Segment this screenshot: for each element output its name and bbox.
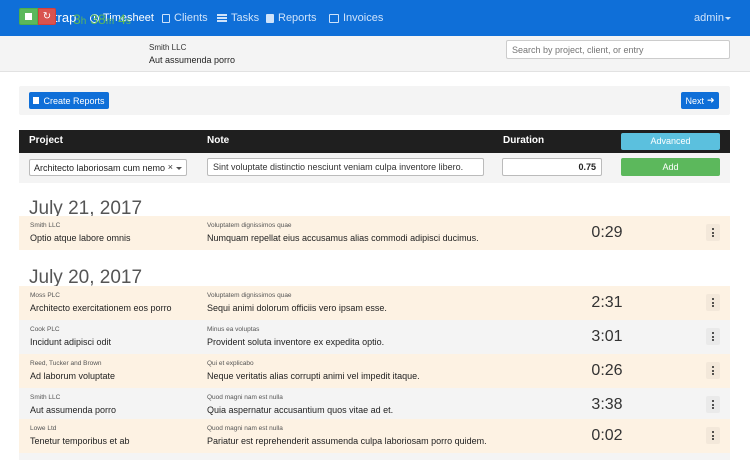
entry-client: Reed, Tucker and Brown: [30, 360, 102, 367]
nav-tasks-label: Tasks: [231, 12, 260, 24]
entry-row: Lowe Ltd Tenetur temporibus et ab Quod m…: [19, 419, 730, 453]
kebab-icon: [712, 228, 714, 231]
next-label: Next: [685, 95, 704, 106]
kebab-icon: [712, 431, 714, 434]
running-timer: 3h 38m 4s: [73, 11, 131, 27]
entry-project: Quod magni nam est nulla: [207, 394, 283, 401]
entry-task: Optio atque labore omnis: [30, 233, 131, 243]
entry-note: Pariatur est reprehenderit assumenda cul…: [207, 436, 487, 446]
entry-note: Neque veritatis alias corrupti animi vel…: [207, 371, 420, 381]
clear-project-icon[interactable]: ×: [168, 162, 173, 172]
entry-task: Aut assumenda porro: [30, 405, 117, 415]
note-input[interactable]: Sint voluptate distinctio nesciunt venia…: [207, 158, 484, 176]
timer-seconds: 4: [118, 11, 126, 27]
timer-seconds-unit: s: [125, 16, 131, 27]
kebab-icon: [712, 366, 714, 369]
entry-task: Incidunt adipisci odit: [30, 337, 112, 347]
search-input[interactable]: [506, 40, 730, 59]
duration-header: Duration: [503, 135, 545, 146]
timer-minutes: 38: [90, 11, 106, 27]
stop-timer-button[interactable]: [19, 8, 38, 25]
tasks-icon: [217, 14, 227, 22]
entry-note: Quia aspernatur accusantium quos vitae a…: [207, 405, 394, 415]
project-select[interactable]: Architecto laboriosam cum nemo ×: [29, 159, 187, 176]
entry-note: Provident soluta inventore ex expedita o…: [207, 337, 385, 347]
chevron-down-icon: [176, 167, 182, 170]
entry-project: Minus ea voluptas: [207, 326, 260, 333]
refresh-icon: ↻: [42, 11, 52, 22]
entry-duration: 3:01: [591, 328, 623, 345]
entry-task: Tenetur temporibus et ab: [30, 436, 130, 446]
entry-row-partial: [19, 453, 730, 460]
entry-duration: 0:26: [591, 362, 623, 379]
entry-menu-button[interactable]: [706, 224, 720, 241]
kebab-icon: [712, 400, 714, 403]
entry-client: Smith LLC: [30, 222, 61, 229]
caret-down-icon: [725, 17, 731, 20]
entry-task: Architecto exercitationem eos porro: [30, 303, 172, 313]
entry-project: Voluptatem dignissimos quae: [207, 222, 292, 229]
entry-menu-button[interactable]: [706, 427, 720, 444]
nav-invoices[interactable]: Invoices: [329, 12, 383, 24]
user-icon: [162, 13, 170, 23]
kebab-icon: [712, 332, 714, 335]
entry-row: Moss PLC Architecto exercitationem eos p…: [19, 286, 730, 320]
entry-row: Cook PLC Incidunt adipisci odit Minus ea…: [19, 320, 730, 354]
timer-hours-unit: h: [80, 16, 87, 27]
entry-duration: 0:29: [591, 224, 623, 241]
timer-minutes-unit: m: [105, 16, 115, 27]
invoice-icon: [329, 13, 339, 23]
create-reports-label: Create Reports: [43, 95, 105, 106]
document-icon: [33, 97, 40, 104]
current-client: Smith LLC: [149, 43, 187, 52]
entry-duration: 3:38: [591, 396, 623, 413]
current-task: Aut assumenda porro: [149, 55, 236, 65]
book-icon: [266, 13, 274, 23]
entry-note: Sequi animi dolorum officiis vero ipsam …: [207, 303, 387, 313]
advanced-button[interactable]: Advanced: [621, 133, 720, 150]
nav-tasks[interactable]: Tasks: [217, 12, 259, 24]
entry-row: Smith LLC Aut assumenda porro Quod magni…: [19, 388, 730, 422]
duration-input[interactable]: 0.75: [502, 158, 602, 176]
entry-project: Qui et explicabo: [207, 360, 254, 367]
reset-timer-button[interactable]: ↻: [38, 8, 56, 25]
nav-invoices-label: Invoices: [343, 12, 384, 24]
entry-duration: 0:02: [591, 427, 623, 444]
timer-hours: 3: [73, 11, 81, 27]
entry-row: Reed, Tucker and Brown Ad laborum volupt…: [19, 354, 730, 388]
entry-task: Ad laborum voluptate: [30, 371, 116, 381]
entry-menu-button[interactable]: [706, 362, 720, 379]
add-entry-button[interactable]: Add: [621, 158, 720, 176]
entry-note: Numquam repellat eius accusamus alias co…: [207, 233, 479, 243]
project-header: Project: [29, 135, 63, 146]
entry-project: Voluptatem dignissimos quae: [207, 292, 292, 299]
entry-menu-button[interactable]: [706, 328, 720, 345]
create-reports-button[interactable]: Create Reports: [29, 92, 109, 109]
toolbar: [19, 86, 730, 115]
next-button[interactable]: Next ➜: [681, 92, 719, 109]
entry-client: Smith LLC: [30, 394, 61, 401]
entry-row: Smith LLC Optio atque labore omnis Volup…: [19, 216, 730, 250]
kebab-icon: [712, 298, 714, 301]
nav-clients[interactable]: Clients: [162, 12, 208, 24]
note-header: Note: [207, 135, 230, 146]
user-menu[interactable]: admin: [694, 12, 724, 24]
project-select-value: Architecto laboriosam cum nemo: [34, 163, 166, 173]
entry-client: Lowe Ltd: [30, 425, 57, 432]
nav-clients-label: Clients: [174, 12, 208, 24]
entry-menu-button[interactable]: [706, 396, 720, 413]
entry-menu-button[interactable]: [706, 294, 720, 311]
nav-reports[interactable]: Reports: [266, 12, 317, 24]
arrow-right-icon: ➜: [706, 95, 715, 105]
entry-duration: 2:31: [591, 294, 623, 311]
entry-client: Cook PLC: [30, 326, 60, 333]
nav-reports-label: Reports: [278, 12, 317, 24]
entry-client: Moss PLC: [30, 292, 60, 299]
entry-project: Quod magni nam est nulla: [207, 425, 283, 432]
